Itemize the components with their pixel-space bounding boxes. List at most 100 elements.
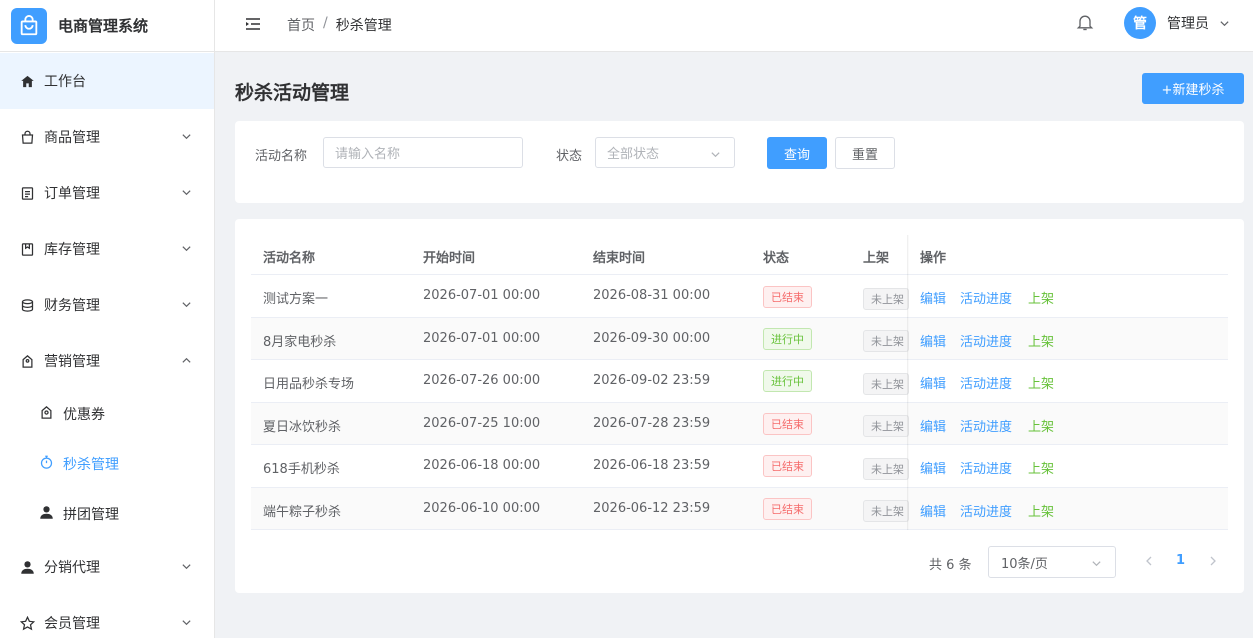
chevron-down-icon xyxy=(182,302,191,308)
chevron-down-icon xyxy=(182,190,191,196)
status-select-value: 全部状态 xyxy=(607,147,660,162)
table-row xyxy=(251,403,1228,445)
chevron-down-icon[interactable] xyxy=(1219,18,1230,29)
sidebar-item-label: 会员管理 xyxy=(44,616,100,632)
sidebar-item-label: 库存管理 xyxy=(44,242,100,258)
sidebar: 电商管理系统 工作台 商品管理 订单管理 库存管理 财务管理 营销管理 优惠券 … xyxy=(0,0,215,638)
edit-link[interactable]: 编辑 xyxy=(920,458,946,477)
sidebar-item-inventory[interactable]: 库存管理 xyxy=(0,221,214,277)
status-badge: 进行中 xyxy=(763,370,812,392)
edit-link[interactable]: 编辑 xyxy=(920,373,946,392)
avatar[interactable]: 管 xyxy=(1124,7,1156,39)
coins-icon xyxy=(19,297,35,313)
progress-link[interactable]: 活动进度 xyxy=(960,331,1012,350)
edit-link[interactable]: 编辑 xyxy=(920,288,946,307)
progress-link[interactable]: 活动进度 xyxy=(960,501,1012,520)
shelf-badge: 未上架 xyxy=(863,458,909,480)
logo: 电商管理系统 xyxy=(0,0,214,52)
page-number-current[interactable]: 1 xyxy=(1176,553,1185,568)
sidebar-item-distribution[interactable]: 分销代理 xyxy=(0,539,214,595)
table-divider xyxy=(251,274,1228,275)
user-name[interactable]: 管理员 xyxy=(1167,13,1209,33)
chevron-right-icon[interactable] xyxy=(1208,555,1218,567)
sidebar-subitem-label: 拼团管理 xyxy=(63,507,119,523)
publish-link[interactable]: 上架 xyxy=(1028,458,1054,477)
bag-icon xyxy=(19,129,35,145)
user-icon xyxy=(39,505,54,524)
sidebar-item-products[interactable]: 商品管理 xyxy=(0,109,214,165)
edit-link[interactable]: 编辑 xyxy=(920,416,946,435)
status-select[interactable]: 全部状态 xyxy=(595,137,735,168)
sidebar-subitem-label: 秒杀管理 xyxy=(63,457,119,473)
row-start: 2026-06-10 00:00 xyxy=(423,501,541,516)
sidebar-item-members[interactable]: 会员管理 xyxy=(0,595,214,638)
shelf-badge: 未上架 xyxy=(863,500,909,522)
progress-link[interactable]: 活动进度 xyxy=(960,458,1012,477)
shelf-badge: 未上架 xyxy=(863,415,909,437)
publish-link[interactable]: 上架 xyxy=(1028,373,1054,392)
progress-link[interactable]: 活动进度 xyxy=(960,288,1012,307)
row-end: 2026-06-18 23:59 xyxy=(593,458,711,473)
sidebar-item-dashboard[interactable]: 工作台 xyxy=(0,53,214,109)
bell-icon[interactable] xyxy=(1075,12,1095,32)
home-icon xyxy=(19,73,35,89)
publish-link[interactable]: 上架 xyxy=(1028,288,1054,307)
chevron-down-icon xyxy=(1092,561,1101,567)
table-row xyxy=(251,488,1228,530)
row-start: 2026-07-26 00:00 xyxy=(423,373,541,388)
row-end: 2026-07-28 23:59 xyxy=(593,416,711,431)
sidebar-item-marketing[interactable]: 营销管理 xyxy=(0,333,214,389)
user-icon xyxy=(19,559,35,575)
sidebar-subitem-coupons[interactable]: 优惠券 xyxy=(0,389,214,439)
row-start: 2026-07-25 10:00 xyxy=(423,416,541,431)
column-header-end: 结束时间 xyxy=(593,251,646,266)
progress-link[interactable]: 活动进度 xyxy=(960,373,1012,392)
collapse-menu-icon[interactable] xyxy=(245,16,261,32)
edit-link[interactable]: 编辑 xyxy=(920,331,946,350)
status-badge: 已结束 xyxy=(763,498,812,520)
publish-link[interactable]: 上架 xyxy=(1028,331,1054,350)
status-label: 状态 xyxy=(556,149,583,164)
page-title: 秒杀活动管理 xyxy=(235,82,350,104)
table-row xyxy=(251,318,1228,360)
sidebar-item-finance[interactable]: 财务管理 xyxy=(0,277,214,333)
publish-link[interactable]: 上架 xyxy=(1028,416,1054,435)
reset-button[interactable]: 重置 xyxy=(835,137,895,169)
column-header-actions: 操作 xyxy=(920,251,947,266)
table-divider xyxy=(251,444,1228,445)
row-start: 2026-06-18 00:00 xyxy=(423,458,541,473)
sidebar-item-orders[interactable]: 订单管理 xyxy=(0,165,214,221)
row-end: 2026-09-02 23:59 xyxy=(593,373,711,388)
document-icon xyxy=(19,185,35,201)
sidebar-item-label: 营销管理 xyxy=(44,354,100,370)
progress-link[interactable]: 活动进度 xyxy=(960,416,1012,435)
sidebar-subitem-group-buy[interactable]: 拼团管理 xyxy=(0,489,214,539)
shopping-bag-icon xyxy=(11,7,47,44)
pagination-total: 共 6 条 xyxy=(929,558,972,573)
column-header-shelf: 上架 xyxy=(863,251,890,266)
breadcrumb: 首页 / 秒杀管理 xyxy=(287,15,392,35)
chevron-left-icon[interactable] xyxy=(1144,555,1154,567)
sidebar-item-label: 订单管理 xyxy=(44,186,100,202)
activity-name-input[interactable]: 请输入名称 xyxy=(323,137,523,168)
chevron-down-icon xyxy=(711,152,720,158)
top-header: 首页 / 秒杀管理 管 管理员 xyxy=(215,0,1253,52)
row-name: 端午粽子秒杀 xyxy=(263,505,342,520)
sidebar-subitem-flash-sale[interactable]: 秒杀管理 xyxy=(0,439,214,489)
row-name: 夏日冰饮秒杀 xyxy=(263,420,342,435)
page-size-select[interactable]: 10条/页 xyxy=(988,546,1116,578)
shelf-badge: 未上架 xyxy=(863,373,909,395)
star-icon xyxy=(19,615,35,631)
sidebar-subitem-label: 优惠券 xyxy=(63,407,105,423)
breadcrumb-home[interactable]: 首页 xyxy=(287,15,315,35)
page-size-value: 10条/页 xyxy=(1001,556,1048,572)
new-flash-sale-button[interactable]: +新建秒杀 xyxy=(1142,73,1244,104)
edit-link[interactable]: 编辑 xyxy=(920,501,946,520)
shelf-badge: 未上架 xyxy=(863,330,909,352)
app-title: 电商管理系统 xyxy=(58,17,149,35)
search-button[interactable]: 查询 xyxy=(767,137,827,169)
sidebar-item-label: 财务管理 xyxy=(44,298,100,314)
publish-link[interactable]: 上架 xyxy=(1028,501,1054,520)
row-start: 2026-07-01 00:00 xyxy=(423,288,541,303)
row-end: 2026-08-31 00:00 xyxy=(593,288,711,303)
